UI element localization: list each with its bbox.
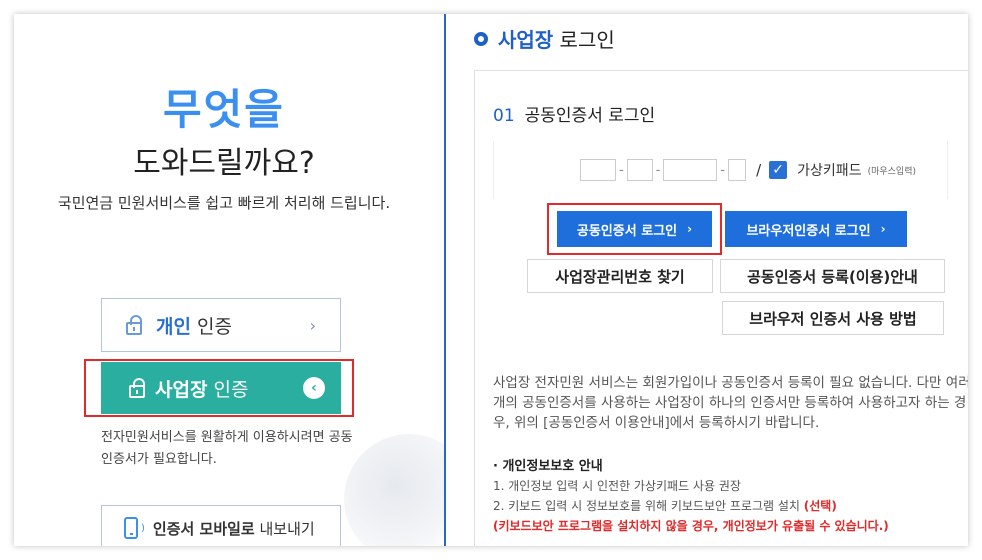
business-auth-note: 전자민원서비스를 원활하게 이용하시려면 공동인증서가 필요합니다. <box>101 430 353 467</box>
export-cert-mobile-label: 인증서 모바일로 내보내기 <box>152 519 315 538</box>
page-title: 사업장 로그인 <box>474 24 615 53</box>
step-heading: 01 공동인증서 로그인 <box>493 101 655 126</box>
privacy-item-2: 2. 키보드 입력 시 정보보호를 위해 키보드보안 프로그램 설치 (선택) <box>493 499 837 513</box>
dash-separator: - <box>720 162 726 178</box>
find-business-number-button[interactable]: 사업장관리번호 찾기 <box>527 259 713 293</box>
signal-icon: ) <box>141 522 145 534</box>
business-number-input-1[interactable] <box>580 159 616 181</box>
virtual-keypad-sublabel: (마우스입력) <box>867 166 917 177</box>
business-auth-label: 사업장 인증 <box>155 378 249 401</box>
business-number-row: - - - / ✓ 가상키패드 (마우스입력) <box>493 141 948 199</box>
business-number-input-3[interactable] <box>663 159 718 181</box>
personal-auth-label: 개인 인증 <box>156 315 232 338</box>
dash-separator: - <box>619 162 624 178</box>
cert-login-label: 공동인증서 로그인 <box>576 223 678 239</box>
service-info-text: 사업장 전자민원 서비스는 회원가입이나 공동인증서 등록이 필요 없습니다. … <box>493 375 968 431</box>
export-cert-mobile-button[interactable]: ) 인증서 모바일로 내보내기 <box>101 505 341 546</box>
dash-separator: - <box>655 162 661 178</box>
chevron-right-icon: › <box>687 222 693 236</box>
step-number: 01 <box>493 106 515 126</box>
login-window: 무엇을 도와드릴까요? 국민연금 민원서비스를 쉽고 빠르게 처리해 드립니다.… <box>14 14 968 546</box>
phone-icon <box>124 517 138 539</box>
chevron-left-icon: ‹ <box>303 377 325 399</box>
bullet-ring-icon <box>474 31 488 46</box>
virtual-keypad-checkbox[interactable]: ✓ <box>769 161 788 179</box>
browser-cert-login-label: 브라우저인증서 로그인 <box>746 223 871 239</box>
browser-cert-howto-button[interactable]: 브라우저 인증서 사용 방법 <box>722 301 944 335</box>
cert-login-button[interactable]: 공동인증서 로그인 › <box>557 211 712 247</box>
business-auth-button[interactable]: 사업장 인증 ‹ <box>101 362 341 414</box>
browser-cert-login-button[interactable]: 브라우저인증서 로그인 › <box>725 211 907 247</box>
privacy-warning: (키보드보안 프로그램을 설치하지 않을 경우, 개인정보가 유출될 수 있습니… <box>493 519 889 533</box>
chevron-right-icon: › <box>880 222 886 236</box>
left-panel: 무엇을 도와드릴까요? 국민연금 민원서비스를 쉽고 빠르게 처리해 드립니다.… <box>14 14 474 546</box>
privacy-item-1: 1. 개인정보 입력 시 인전한 가상키패드 사용 권장 <box>493 479 741 493</box>
slash-separator: / <box>756 161 762 179</box>
business-number-input-2[interactable] <box>626 159 653 181</box>
lock-icon <box>124 314 144 336</box>
cert-register-guide-button[interactable]: 공동인증서 등록(이용)안내 <box>720 259 945 293</box>
right-panel: 사업장 로그인 01 공동인증서 로그인 - - - / ✓ 가상키패드 (마우스… <box>446 14 968 546</box>
hero-description: 국민연금 민원서비스를 쉽고 빠르게 처리해 드립니다. <box>57 194 391 212</box>
login-box: 01 공동인증서 로그인 - - - / ✓ 가상키패드 (마우스입력) 공동인증… <box>474 70 968 546</box>
virtual-keypad-label: 가상키패드 <box>797 163 862 179</box>
personal-auth-button[interactable]: 개인 인증 › <box>101 298 341 352</box>
lock-icon <box>127 377 147 399</box>
business-number-input-4[interactable] <box>728 159 747 181</box>
hero-title: 무엇을 <box>163 85 285 134</box>
privacy-title: · 개인정보보호 안내 <box>493 459 603 474</box>
hero-subtitle: 도와드릴까요? <box>133 146 315 181</box>
page-title-text: 사업장 로그인 <box>498 28 615 52</box>
step-label: 공동인증서 로그인 <box>524 106 656 126</box>
chevron-right-icon: › <box>309 315 316 335</box>
